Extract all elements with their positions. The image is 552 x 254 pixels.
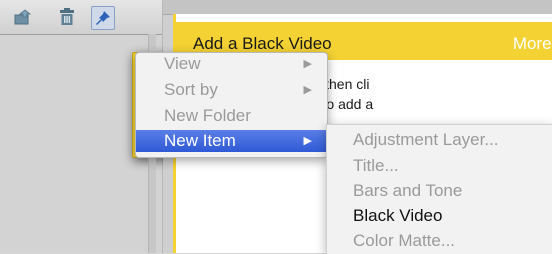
submenu-arrow-icon: ▶ (303, 135, 312, 147)
new-item-button[interactable] (12, 6, 34, 28)
trash-icon (60, 8, 74, 25)
submenu-item-color-matte[interactable]: Color Matte... (353, 231, 455, 251)
menu-item-new-folder[interactable]: New Folder (136, 105, 327, 127)
new-item-submenu: Adjustment Layer... Title... Bars and To… (326, 124, 552, 254)
submenu-item-title[interactable]: Title... (353, 156, 399, 176)
pin-icon (96, 11, 110, 25)
submenu-arrow-icon: ▶ (303, 84, 312, 96)
menu-item-sort-by[interactable]: Sort by ▶ (136, 79, 327, 101)
more-info-link[interactable]: More I (513, 34, 552, 54)
menu-item-label: Sort by (164, 80, 218, 99)
menu-item-label: New Folder (164, 106, 251, 125)
project-list-area[interactable] (0, 35, 155, 253)
menu-item-new-item[interactable]: New Item ▶ (136, 130, 327, 152)
new-item-icon (14, 9, 32, 25)
menu-item-view[interactable]: View ▶ (136, 53, 327, 75)
submenu-item-black-video[interactable]: Black Video (353, 206, 442, 226)
submenu-arrow-icon: ▶ (303, 58, 312, 70)
submenu-item-adjustment-layer[interactable]: Adjustment Layer... (353, 130, 499, 150)
delete-button[interactable] (56, 6, 78, 28)
menu-item-label: New Item (164, 131, 236, 150)
submenu-item-bars-and-tone[interactable]: Bars and Tone (353, 181, 462, 201)
panel-tab-bar (163, 0, 552, 15)
panel-context-menu: View ▶ Sort by ▶ New Folder New Item ▶ (135, 52, 328, 158)
panel-toolbar (0, 0, 325, 158)
help-title: Add a Black Video (193, 34, 332, 53)
pin-toggle-button[interactable] (91, 6, 115, 30)
menu-item-label: View (164, 54, 201, 73)
